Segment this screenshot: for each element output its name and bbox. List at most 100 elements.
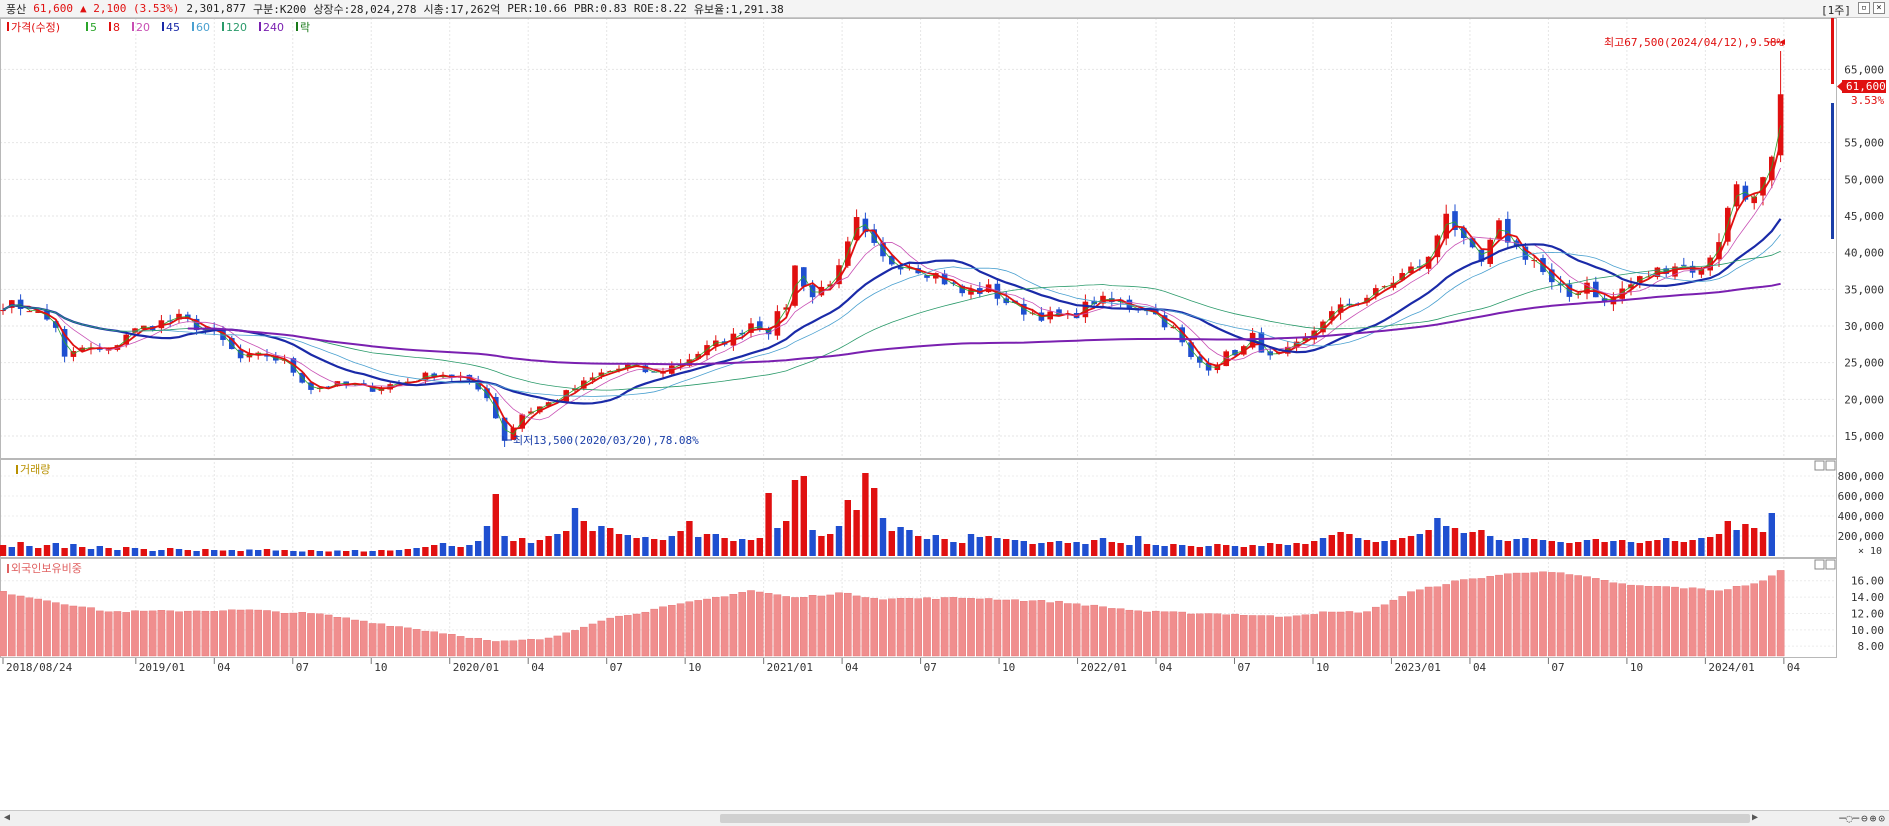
volume-bar xyxy=(1627,542,1635,556)
foreign-bar xyxy=(1662,586,1670,657)
foreign-bar xyxy=(756,591,764,657)
foreign-tick-label: 16.00 xyxy=(1851,575,1884,588)
foreign-bar xyxy=(817,595,826,657)
foreign-bar xyxy=(940,597,949,657)
date-tick-label: 2018/08/24 xyxy=(6,661,73,674)
foreign-bar xyxy=(60,604,69,657)
scroll-left-icon[interactable]: ◀ xyxy=(4,812,10,823)
volume-bar xyxy=(184,550,191,556)
foreign-bar xyxy=(967,598,975,657)
foreign-bar xyxy=(1222,614,1230,657)
volume-bar xyxy=(554,534,561,556)
date-tick-label: 10 xyxy=(688,661,701,674)
volume-bar xyxy=(290,551,297,556)
foreign-bar xyxy=(905,598,914,657)
foreign-bar xyxy=(113,611,122,657)
zoom-reset-icon[interactable]: ⊙ xyxy=(1878,812,1885,825)
volume-bar xyxy=(1187,546,1195,556)
volume-bar xyxy=(598,526,605,556)
foreign-bar xyxy=(201,610,210,657)
volume-bar xyxy=(1707,537,1714,556)
volume-bar xyxy=(114,550,121,556)
foreign-bar xyxy=(1618,583,1626,657)
scroll-right-icon[interactable]: ▶ xyxy=(1752,812,1758,823)
volume-bar xyxy=(1768,513,1775,556)
volume-bar xyxy=(686,521,693,556)
volume-bar xyxy=(959,543,966,556)
foreign-bar xyxy=(764,593,773,657)
trade-volume: 2,301,877 xyxy=(186,2,246,15)
foreign-bar xyxy=(316,613,324,657)
foreign-bar xyxy=(307,613,315,657)
foreign-bar xyxy=(1539,571,1547,657)
foreign-bar xyxy=(412,629,421,657)
volume-unit: × 10 xyxy=(1858,546,1882,557)
volume-bar xyxy=(1179,545,1186,556)
foreign-bar xyxy=(1715,590,1723,657)
volume-bar xyxy=(351,550,359,556)
price-tick-label: 15,000 xyxy=(1844,430,1884,443)
zoom-tools: ─◌─ ⊖ ⊕ ⊙ xyxy=(1839,812,1885,825)
foreign-bar xyxy=(914,598,922,657)
foreign-bar xyxy=(87,607,95,657)
foreign-bar xyxy=(439,633,447,657)
foreign-bar xyxy=(518,639,526,657)
foreign-bar xyxy=(16,595,25,657)
zoom-in-icon[interactable]: ⊕ xyxy=(1870,812,1877,825)
volume-bar xyxy=(1495,540,1503,556)
stock-name[interactable]: 풍산 xyxy=(6,1,26,17)
close-icon[interactable]: × xyxy=(1873,2,1885,14)
panel-frame xyxy=(0,18,1837,459)
volume-bar xyxy=(1680,542,1687,556)
foreign-bar xyxy=(1072,603,1081,657)
price-range-bar-lower xyxy=(1831,103,1834,239)
volume-bar xyxy=(695,537,702,556)
volume-bar xyxy=(1240,547,1247,556)
category: 구분:K200 xyxy=(252,2,307,16)
foreign-bar xyxy=(1776,570,1785,657)
volume-bar xyxy=(1020,541,1027,556)
foreign-bar xyxy=(1037,600,1046,657)
volume-bar xyxy=(615,534,623,556)
foreign-bar xyxy=(386,626,395,657)
panel-close-icon[interactable] xyxy=(1825,460,1836,471)
foreign-bar xyxy=(544,637,553,657)
maximize-icon[interactable]: ▫ xyxy=(1858,2,1870,14)
volume-bar xyxy=(589,531,596,556)
stock-chart[interactable]: 가격(수정) 5 8 20 45 60 120 240 락 15,000 20,000 25,00… xyxy=(0,18,1889,810)
volume-bar xyxy=(1751,528,1758,556)
scroll-thumb[interactable] xyxy=(720,814,1750,823)
foreign-bar xyxy=(896,598,905,657)
date-tick-label: 04 xyxy=(531,661,545,674)
panel-maximize-icon[interactable] xyxy=(1814,460,1825,471)
foreign-bar xyxy=(685,601,694,657)
horizontal-scrollbar[interactable]: ◀ ▶ ─◌─ ⊖ ⊕ ⊙ xyxy=(0,810,1889,826)
foreign-bar xyxy=(139,610,148,657)
volume-bar xyxy=(272,550,279,556)
foreign-bar xyxy=(131,610,139,657)
volume-bar xyxy=(246,549,253,556)
volume-bar xyxy=(202,549,209,556)
zoom-out-icon[interactable]: ⊖ xyxy=(1861,812,1868,825)
foreign-bar xyxy=(236,609,245,657)
foreign-bar xyxy=(676,603,685,657)
volume-bar xyxy=(1064,543,1071,556)
volume-bar xyxy=(316,551,323,556)
foreign-bar xyxy=(1591,578,1600,657)
volume-bar xyxy=(193,551,200,556)
foreign-bar xyxy=(342,617,351,657)
date-tick-label: 07 xyxy=(296,661,309,674)
panel-maximize-icon[interactable] xyxy=(1814,559,1825,570)
volume-bar xyxy=(1451,528,1459,556)
foreign-bar xyxy=(280,613,289,657)
panel-close-icon[interactable] xyxy=(1825,559,1836,570)
foreign-bar xyxy=(157,610,166,657)
candle-body xyxy=(801,267,807,287)
zoom-slider-icon[interactable]: ─◌─ xyxy=(1839,812,1859,825)
foreign-bar xyxy=(1266,615,1274,657)
volume-bar xyxy=(281,550,288,556)
volume-bar xyxy=(1592,539,1599,556)
volume-bar xyxy=(967,534,975,556)
volume-bar xyxy=(1337,532,1344,556)
period-button[interactable]: [1주] xyxy=(1821,2,1851,18)
